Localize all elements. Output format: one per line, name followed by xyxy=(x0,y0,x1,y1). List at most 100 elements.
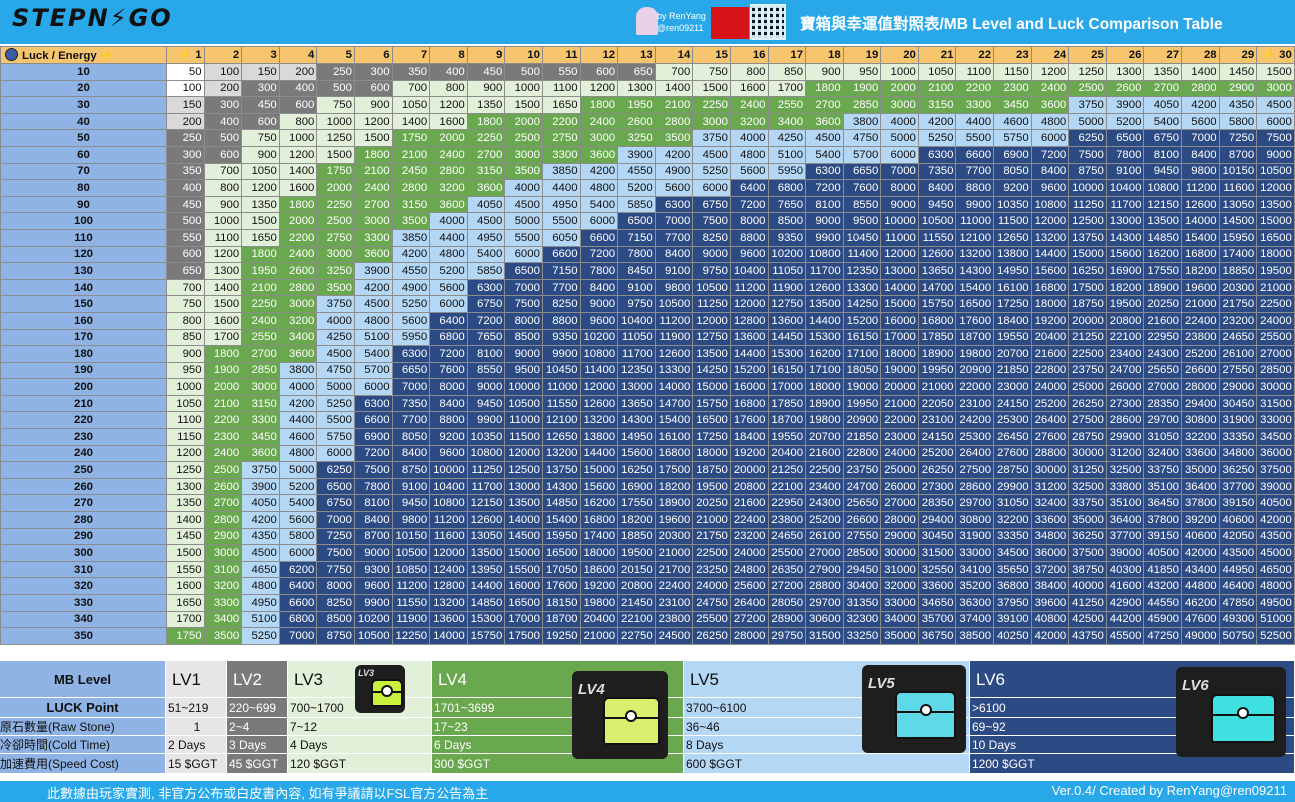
luck-energy-cell: 5750 xyxy=(993,129,1032,147)
luck-energy-cell: 2800 xyxy=(278,278,318,297)
luck-energy-cell: 14300 xyxy=(541,477,581,496)
luck-energy-cell: 19600 xyxy=(1181,278,1220,297)
luck-energy-cell: 7500 xyxy=(1068,145,1107,164)
luck-energy-cell: 43500 xyxy=(1256,527,1295,546)
luck-energy-cell: 600 xyxy=(203,145,243,164)
luck-energy-cell: 1800 xyxy=(353,145,393,164)
luck-energy-cell: 22100 xyxy=(767,477,807,496)
luck-energy-cell: 6600 xyxy=(955,145,995,164)
luck-energy-cell: 21850 xyxy=(842,428,882,446)
luck-energy-cell: 10500 xyxy=(391,544,431,562)
luck-energy-cell: 30450 xyxy=(1218,394,1258,413)
luck-energy-cell: 37800 xyxy=(1181,494,1220,513)
luck-energy-cell: 950 xyxy=(842,63,882,81)
luck-energy-cell: 9100 xyxy=(654,262,694,280)
luck-energy-cell: 7200 xyxy=(729,195,769,214)
energy-header: 7 xyxy=(391,46,431,64)
luck-energy-cell: 33250 xyxy=(842,627,882,645)
luck-energy-cell: 12750 xyxy=(767,295,807,313)
luck-energy-cell: 27200 xyxy=(729,610,769,629)
luck-energy-cell: 4800 xyxy=(1030,112,1070,131)
luck-energy-cell: 35100 xyxy=(1143,477,1183,496)
luck-energy-cell: 22800 xyxy=(842,444,882,463)
luck-energy-cell: 14450 xyxy=(767,328,807,347)
luck-energy-cell: 6200 xyxy=(278,560,318,579)
luck-energy-cell: 4050 xyxy=(1143,96,1183,114)
luck-energy-cell: 42000 xyxy=(1181,544,1220,562)
luck-energy-cell: 42050 xyxy=(1218,527,1258,546)
luck-energy-cell: 26400 xyxy=(729,594,769,612)
luck-energy-cell: 1650 xyxy=(241,228,280,247)
luck-energy-cell: 13600 xyxy=(429,610,468,629)
mystery-box-lv3-icon: LV3 xyxy=(355,665,405,713)
luck-energy-cell: 11600 xyxy=(1218,179,1258,197)
luck-energy-cell: 12650 xyxy=(993,228,1032,247)
luck-energy-cell: 16250 xyxy=(617,461,656,479)
luck-energy-cell: 44950 xyxy=(1218,560,1258,579)
luck-energy-cell: 3400 xyxy=(203,610,243,629)
luck-energy-cell: 38500 xyxy=(955,627,995,645)
luck-energy-cell: 3000 xyxy=(1256,79,1295,98)
luck-energy-cell: 2400 xyxy=(203,444,243,463)
luck-energy-cell: 2700 xyxy=(203,494,243,513)
luck-energy-cell: 18000 xyxy=(805,378,844,396)
luck-energy-cell: 1800 xyxy=(579,96,619,114)
luck-energy-cell: 6500 xyxy=(1105,129,1145,147)
luck-energy-cell: 15000 xyxy=(579,461,619,479)
luck-energy-cell: 18700 xyxy=(767,411,807,430)
luck-energy-cell: 4200 xyxy=(1181,96,1220,114)
luck-energy-cell: 21600 xyxy=(805,444,844,463)
luck-energy-cell: 1300 xyxy=(166,477,205,496)
luck-value: 290 xyxy=(0,527,167,546)
luck-energy-cell: 13200 xyxy=(579,411,619,430)
luck-energy-cell: 11900 xyxy=(391,610,431,629)
luck-energy-cell: 8250 xyxy=(541,295,581,313)
luck-energy-cell: 22400 xyxy=(729,511,769,529)
luck-energy-cell: 6000 xyxy=(880,145,919,164)
luck-value: 280 xyxy=(0,511,167,529)
luck-energy-cell: 37200 xyxy=(1030,560,1070,579)
luck-energy-cell: 2400 xyxy=(729,96,769,114)
luck-energy-cell: 16500 xyxy=(1256,228,1295,247)
luck-energy-cell: 31350 xyxy=(842,594,882,612)
luck-energy-cell: 7500 xyxy=(504,295,543,313)
luck-energy-cell: 14000 xyxy=(429,627,468,645)
luck-energy-cell: 7350 xyxy=(391,394,431,413)
page-title: 寶箱與幸運值對照表/MB Level and Luck Comparison T… xyxy=(800,16,1223,33)
luck-energy-cell: 43750 xyxy=(1068,627,1107,645)
table-row: 80 400 800 1200 1600 2000 2400 2800 3200 3600 4000… xyxy=(0,179,1295,197)
luck-energy-cell: 14850 xyxy=(1143,228,1183,247)
luck-energy-cell: 2300 xyxy=(203,428,243,446)
luck-energy-cell: 13800 xyxy=(579,428,619,446)
luck-energy-cell: 33600 xyxy=(1181,444,1220,463)
chest-icon xyxy=(895,691,957,740)
luck-energy-cell: 7200 xyxy=(579,245,619,264)
luck-energy-cell: 17550 xyxy=(1143,262,1183,280)
luck-energy-cell: 4250 xyxy=(767,129,807,147)
luck-energy-cell: 13800 xyxy=(993,245,1032,264)
luck-energy-cell: 1200 xyxy=(429,96,468,114)
luck-energy-cell: 3900 xyxy=(617,145,656,164)
luck-energy-cell: 1500 xyxy=(316,145,355,164)
luck-energy-cell: 7350 xyxy=(917,162,957,181)
luck-energy-cell: 7200 xyxy=(429,345,468,363)
luck-energy-cell: 6600 xyxy=(579,228,619,247)
luck-energy-cell: 8700 xyxy=(1218,145,1258,164)
luck-energy-cell: 13050 xyxy=(466,527,506,546)
luck-energy-cell: 24750 xyxy=(692,594,731,612)
luck-energy-cell: 5250 xyxy=(391,295,431,313)
luck-energy-cell: 18200 xyxy=(1105,278,1145,297)
luck-energy-cell: 27000 xyxy=(880,494,919,513)
table-row: 220 1100 2200 3300 4400 5500 6600 7700 8800 9900 1… xyxy=(0,411,1295,430)
luck-energy-cell: 1250 xyxy=(166,461,205,479)
luck-energy-cell: 1600 xyxy=(166,577,205,595)
luck-energy-cell: 4750 xyxy=(316,361,355,380)
luck-energy-cell: 750 xyxy=(316,96,355,114)
energy-header: 27 xyxy=(1143,46,1183,64)
luck-energy-cell: 15750 xyxy=(917,295,957,313)
luck-energy-cell: 7500 xyxy=(692,212,731,230)
luck-energy-cell: 3000 xyxy=(353,212,393,230)
luck-energy-cell: 8400 xyxy=(579,278,619,297)
luck-energy-cell: 28500 xyxy=(1256,361,1295,380)
luck-energy-cell: 9500 xyxy=(504,361,543,380)
